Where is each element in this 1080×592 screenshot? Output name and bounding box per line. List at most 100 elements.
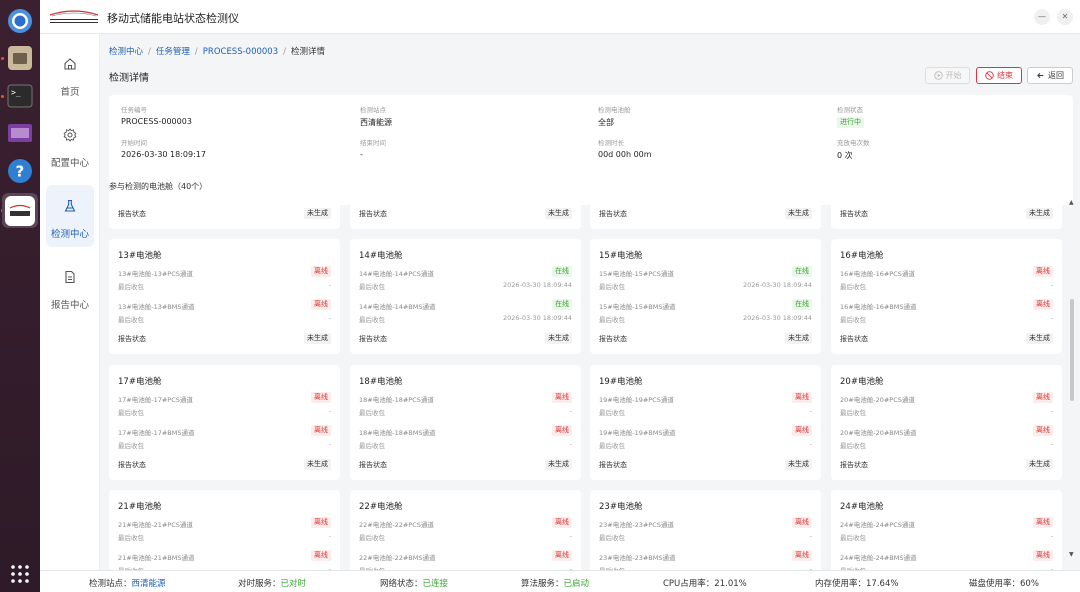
bms-last-packet-label: 最后收包 [118, 442, 144, 450]
bms-last-packet-time: - [328, 440, 331, 448]
scroll-thumb[interactable] [1070, 299, 1074, 401]
bms-last-packet-time: - [569, 440, 572, 448]
pcs-status-badge: 离线 [311, 266, 331, 277]
nav-item-0[interactable]: 首页 [46, 43, 94, 105]
cabin-title: 19#电池舱 [599, 377, 643, 387]
pcs-last-packet-label: 最后收包 [840, 283, 866, 291]
back-button[interactable]: 返回 [1027, 67, 1073, 84]
nav-item-2[interactable]: 检测中心 [46, 185, 94, 247]
pcs-status-badge: 离线 [792, 517, 812, 528]
pcs-last-packet-time: - [1050, 281, 1053, 289]
bms-status-badge: 离线 [1033, 550, 1053, 561]
sb-network: 网络状态：已连接 [380, 579, 449, 589]
cabin-card[interactable]: 20#电池舱 20#电池舱-20#PCS通道 离线 最后收包 -20#电池舱-20#BM… [831, 365, 1062, 480]
cabin-title: 23#电池舱 [599, 502, 643, 512]
stop-circle-icon [985, 71, 994, 80]
chromium-icon[interactable] [5, 6, 35, 36]
cabin-card[interactable]: 23#电池舱 23#电池舱-23#PCS通道 离线 最后收包 -23#电池舱-23#BM… [590, 490, 821, 570]
cabin-title: 17#电池舱 [118, 377, 162, 387]
home-icon [63, 57, 77, 84]
end-button[interactable]: 结束 [976, 67, 1022, 84]
svg-text:>_: >_ [11, 88, 21, 97]
pcs-last-packet-label: 最后收包 [359, 283, 385, 291]
info-label-duration: 检测时长 [598, 139, 624, 147]
nav-item-1[interactable]: 配置中心 [46, 114, 94, 176]
pcs-channel-name: 19#电池舱-19#PCS通道 [599, 396, 674, 404]
video-icon[interactable] [5, 118, 35, 148]
info-value-status: 进行中 [837, 117, 864, 128]
cabin-card[interactable]: 13#电池舱 13#电池舱-13#PCS通道 离线 最后收包 -13#电池舱-13#BM… [109, 239, 340, 354]
cabin-card[interactable]: 19#电池舱 19#电池舱-19#PCS通道 离线 最后收包 -19#电池舱-19#BM… [590, 365, 821, 480]
bms-status-badge: 在线 [792, 299, 812, 310]
report-status-label: 报告状态 [118, 461, 146, 469]
cabin-title: 15#电池舱 [599, 251, 643, 261]
report-status-label: 报告状态 [840, 335, 868, 343]
info-value-cabins: 全部 [598, 118, 614, 127]
info-value-end_time: - [360, 150, 363, 159]
breadcrumb-item[interactable]: 检测中心 [109, 47, 143, 57]
arrow-left-icon [1037, 72, 1044, 79]
pcs-channel-name: 22#电池舱-22#PCS通道 [359, 521, 434, 529]
minimize-button[interactable]: — [1034, 9, 1050, 25]
nav-label: 首页 [60, 87, 80, 98]
cabin-card[interactable]: 15#电池舱 15#电池舱-15#PCS通道 在线 最后收包 2026-03-30 18… [590, 239, 821, 354]
bms-last-packet-time: - [328, 314, 331, 322]
pcs-last-packet-time: 2026-03-30 18:09:44 [742, 281, 812, 289]
cabin-card[interactable]: 14#电池舱 14#电池舱-14#PCS通道 在线 最后收包 2026-03-30 18… [350, 239, 581, 354]
cabin-card-partial[interactable]: 报告状态 未生成 [350, 197, 581, 229]
breadcrumb-item[interactable]: 任务管理 [156, 47, 190, 57]
breadcrumb: 检测中心 / 任务管理 / PROCESS-000003 / 检测详情 [109, 45, 325, 57]
gear-icon [63, 128, 77, 155]
pcs-channel-name: 15#电池舱-15#PCS通道 [599, 270, 674, 278]
pcs-last-packet-time: - [328, 281, 331, 289]
report-status-badge: 未生成 [1026, 333, 1053, 344]
cabin-card-partial[interactable]: 报告状态 未生成 [590, 197, 821, 229]
scroll-up-arrow[interactable]: ▲ [1069, 199, 1074, 206]
bms-last-packet-time: - [1050, 314, 1053, 322]
breadcrumb-item[interactable]: PROCESS-000003 [203, 47, 278, 57]
info-label-cabins: 检测电池舱 [598, 106, 631, 114]
nav-label: 检测中心 [50, 229, 89, 240]
report-status-badge: 未生成 [304, 459, 331, 470]
report-status-label: 报告状态 [599, 210, 627, 218]
cabin-card[interactable]: 21#电池舱 21#电池舱-21#PCS通道 离线 最后收包 -21#电池舱-21#BM… [109, 490, 340, 570]
app-icon[interactable] [5, 196, 35, 226]
pcs-last-packet-label: 最后收包 [840, 534, 866, 542]
bms-channel-name: 20#电池舱-20#BMS通道 [840, 429, 917, 437]
bms-last-packet-label: 最后收包 [359, 316, 385, 324]
info-label-task_no: 任务编号 [121, 106, 147, 114]
nav-item-3[interactable]: 报告中心 [46, 256, 94, 318]
flask-icon [63, 199, 77, 226]
start-button[interactable]: 开始 [925, 67, 970, 84]
cabin-title: 13#电池舱 [118, 251, 162, 261]
apps-grid-icon[interactable] [10, 564, 30, 586]
pcs-last-packet-time: - [1050, 407, 1053, 415]
pcs-last-packet-label: 最后收包 [840, 409, 866, 417]
scroll-down-arrow[interactable]: ▼ [1069, 551, 1074, 558]
cabin-card[interactable]: 24#电池舱 24#电池舱-24#PCS通道 离线 最后收包 -24#电池舱-24#BM… [831, 490, 1062, 570]
scrollbar[interactable]: ▲ ▼ [1068, 199, 1076, 561]
files-icon[interactable] [5, 43, 35, 73]
svg-text:?: ? [16, 163, 25, 181]
close-button[interactable]: ✕ [1057, 9, 1073, 25]
report-status-label: 报告状态 [118, 335, 146, 343]
cabin-card[interactable]: 17#电池舱 17#电池舱-17#PCS通道 离线 最后收包 -17#电池舱-17#BM… [109, 365, 340, 480]
app-window: 移动式储能电站状态检测仪 — ✕ 首页 配置中心 检测中心 报告中心 检测中心 / 任务管… [40, 0, 1080, 592]
bms-status-badge: 在线 [552, 299, 572, 310]
status-bar: 检测站点：西清能源 对时服务：已对时 网络状态：已连接 算法服务：已启动 CPU… [40, 570, 1080, 592]
help-icon[interactable]: ? [5, 156, 35, 186]
cabin-title: 14#电池舱 [359, 251, 403, 261]
info-label-station: 检测站点 [360, 106, 386, 114]
terminal-icon[interactable]: >_ [5, 81, 35, 111]
cabin-card-partial[interactable]: 报告状态 未生成 [831, 197, 1062, 229]
play-circle-icon [933, 71, 943, 80]
document-icon [63, 270, 77, 297]
cabin-card[interactable]: 16#电池舱 16#电池舱-16#PCS通道 离线 最后收包 -16#电池舱-16#BM… [831, 239, 1062, 354]
cabin-card[interactable]: 22#电池舱 22#电池舱-22#PCS通道 离线 最后收包 -22#电池舱-22#BM… [350, 490, 581, 570]
cabin-card[interactable]: 18#电池舱 18#电池舱-18#PCS通道 离线 最后收包 -18#电池舱-18#BM… [350, 365, 581, 480]
cabin-card-partial[interactable]: 报告状态 未生成 [109, 197, 340, 229]
bms-channel-name: 23#电池舱-23#BMS通道 [599, 554, 676, 562]
bms-channel-name: 19#电池舱-19#BMS通道 [599, 429, 676, 437]
pcs-status-badge: 离线 [311, 517, 331, 528]
sb-cpu: CPU占用率：21.01% [663, 579, 747, 589]
